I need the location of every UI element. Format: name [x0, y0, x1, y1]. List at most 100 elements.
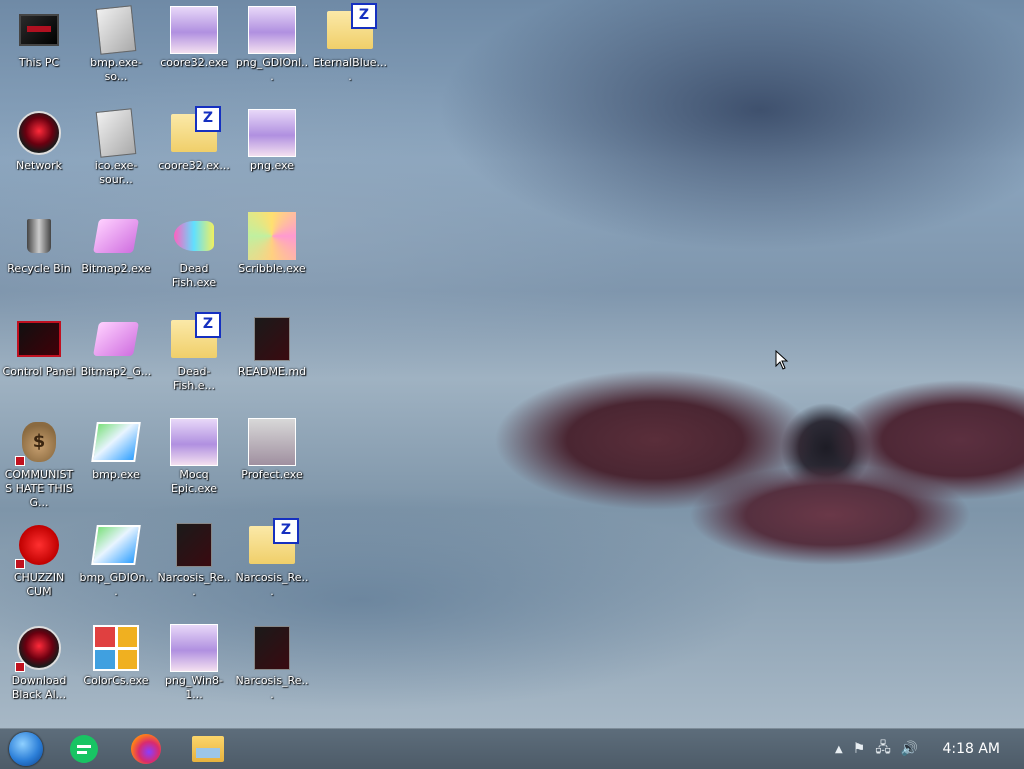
zip-folder-icon: Z: [170, 106, 221, 157]
desktop-icon-label: coore32.exe: [160, 56, 228, 69]
desktop-icon-network[interactable]: Network: [1, 103, 77, 173]
desktop-icon-label: png_Win8-1...: [164, 674, 224, 701]
desktop-icon-narcosis-zip[interactable]: Z Narcosis_Re...: [234, 515, 310, 599]
colorcs-icon: [92, 624, 140, 672]
anime-girl-icon: [170, 6, 218, 54]
desktop-icon-download[interactable]: Download Black Al...: [1, 618, 77, 702]
desktop-icon-this-pc[interactable]: This PC: [1, 0, 77, 70]
zip-folder-icon: Z: [170, 312, 221, 363]
start-orb-icon: [9, 732, 43, 766]
anime-girl-icon: [170, 624, 218, 672]
desktop-icon-bmp-source[interactable]: bmp.exe-so...: [78, 0, 154, 84]
desktop-icon-narcosis-1[interactable]: Narcosis_Re...: [156, 515, 232, 599]
firefox-icon: [131, 734, 161, 764]
network-icon: [15, 109, 63, 157]
desktop-icon-ico-source[interactable]: ico.exe-sour...: [78, 103, 154, 187]
bmp-source-icon: [92, 5, 140, 55]
narcosis-icon: [248, 624, 296, 672]
desktop-icon-label: EternalBlue....: [313, 56, 387, 83]
desktop-icon-coore32-zip[interactable]: Z coore32.ex...: [156, 103, 232, 173]
desktop-icon-label: Scribble.exe: [238, 262, 306, 275]
desktop-icon-png-win8[interactable]: png_Win8-1...: [156, 618, 232, 702]
desktop-icon-png-gdionl[interactable]: png_GDIOnl...: [234, 0, 310, 84]
desktop-icon-label: Bitmap2.exe: [81, 262, 151, 275]
desktop-icon-label: Narcosis_Re...: [235, 571, 309, 598]
zip-folder-icon: Z: [248, 518, 299, 569]
notes-app-icon: [70, 735, 98, 763]
desktop-icon-chuzzin[interactable]: CHUZZIN CUM: [1, 515, 77, 599]
bmp-icon: [91, 418, 141, 466]
recycle-bin-icon: [15, 212, 63, 260]
desktop-icon-png[interactable]: png.exe: [234, 103, 310, 173]
anime-girl-icon: [248, 418, 296, 466]
desktop-icon-mocq-epic[interactable]: Mocq Epic.exe: [156, 412, 232, 496]
desktop-icon-profect[interactable]: Profect.exe: [234, 412, 310, 482]
desktop-icon-bmp[interactable]: bmp.exe: [78, 412, 154, 482]
desktop-icon-readme[interactable]: README.md: [234, 309, 310, 379]
desktop-icon-label: This PC: [18, 56, 60, 69]
bmp-icon: [91, 521, 141, 569]
desktop-icon-label: Network: [16, 159, 62, 172]
desktop-icon-bmp-gdion[interactable]: bmp_GDIOn...: [78, 515, 154, 599]
desktop-icon-dead-fish[interactable]: Dead Fish.exe: [156, 206, 232, 290]
desktop-icon-label: png.exe: [250, 159, 294, 172]
desktop-icon-colorcs[interactable]: ColorCs.exe: [78, 618, 154, 688]
action-center-flag-icon[interactable]: ⚑: [853, 741, 866, 757]
desktop-icon-label: Mocq Epic.exe: [170, 468, 218, 495]
taskbar-firefox[interactable]: [128, 733, 164, 765]
zip-folder-icon: Z: [326, 3, 377, 54]
chuzzle-icon: [15, 521, 63, 569]
desktop-icon-bitmap2-g[interactable]: Bitmap2_G...: [78, 309, 154, 379]
file-explorer-icon: [192, 736, 224, 762]
desktop-icon-label: Narcosis_Re...: [235, 674, 309, 701]
anime-girl-icon: [248, 6, 296, 54]
desktop-icon-scribble[interactable]: Scribble.exe: [234, 206, 310, 276]
desktop-icon-label: bmp_GDIOn...: [79, 571, 153, 598]
taskbar-clock[interactable]: 4:18 AM: [942, 729, 1000, 769]
taskbar: ▲ ⚑ 🖧 🔊 4:18 AM: [0, 728, 1024, 769]
desktop-icon-label: Download Black Al...: [11, 674, 67, 701]
desktop[interactable]: This PC Network Recycle Bin Control Pane…: [0, 0, 1024, 728]
desktop-icon-control-panel[interactable]: Control Panel: [1, 309, 77, 379]
readme-icon: [248, 315, 296, 363]
anime-girl-icon: [170, 418, 218, 466]
system-tray: ▲ ⚑ 🖧 🔊: [830, 729, 923, 769]
desktop-icon-label: ico.exe-sour...: [94, 159, 138, 186]
desktop-icon-label: Recycle Bin: [7, 262, 71, 275]
desktop-icon-label: COMMUNISTS HATE THIS G...: [4, 468, 74, 509]
dead-fish-icon: [170, 212, 218, 260]
desktop-icon-label: ColorCs.exe: [83, 674, 149, 687]
anime-girl-icon: [248, 109, 296, 157]
desktop-icon-recycle-bin[interactable]: Recycle Bin: [1, 206, 77, 276]
desktop-icon-communists[interactable]: $ COMMUNISTS HATE THIS G...: [1, 412, 77, 510]
tray-overflow-chevron-icon[interactable]: ▲: [835, 744, 843, 755]
mouse-cursor-icon: [775, 350, 789, 370]
control-panel-icon: [15, 315, 63, 363]
desktop-icon-label: Narcosis_Re...: [157, 571, 231, 598]
shortcut-arrow-icon: [15, 456, 25, 466]
desktop-icon-coore32[interactable]: coore32.exe: [156, 0, 232, 70]
shortcut-arrow-icon: [15, 662, 25, 672]
network-tray-icon[interactable]: 🖧: [875, 737, 891, 761]
desktop-icon-label: coore32.ex...: [158, 159, 230, 172]
desktop-icon-bitmap2[interactable]: Bitmap2.exe: [78, 206, 154, 276]
start-button[interactable]: [8, 732, 44, 766]
desktop-icon-label: Control Panel: [2, 365, 76, 378]
desktop-icon-label: Bitmap2_G...: [80, 365, 152, 378]
desktop-icon-label: bmp.exe: [92, 468, 140, 481]
bitmap-icon: [92, 212, 140, 260]
money-bag-icon: $: [15, 418, 63, 466]
desktop-icon-label: Dead Fish.exe: [171, 262, 217, 289]
desktop-icon-label: README.md: [237, 365, 307, 378]
desktop-icon-label: CHUZZIN CUM: [13, 571, 65, 598]
desktop-icon-dead-fish-zip[interactable]: Z Dead-Fish.e...: [156, 309, 232, 393]
desktop-icon-eternalblue[interactable]: Z EternalBlue....: [312, 0, 388, 84]
scribble-icon: [248, 212, 296, 260]
taskbar-notes-app[interactable]: [66, 733, 102, 765]
bitmap-icon: [92, 315, 140, 363]
shortcut-arrow-icon: [15, 559, 25, 569]
taskbar-file-explorer[interactable]: [190, 733, 226, 765]
volume-icon[interactable]: 🔊: [901, 741, 918, 757]
desktop-icon-narcosis-2[interactable]: Narcosis_Re...: [234, 618, 310, 702]
ico-source-icon: [92, 108, 140, 158]
